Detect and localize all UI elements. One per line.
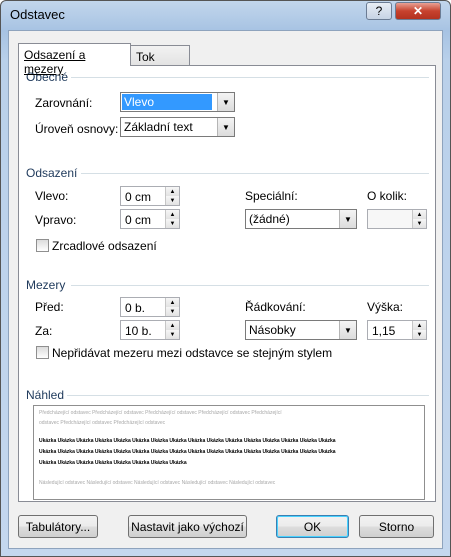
special-indent-value: (žádné): [249, 212, 290, 226]
special-indent-label: Speciální:: [245, 189, 298, 203]
preview-sample-text: Ukázka Ukázka Ukázka Ukázka Ukázka Ukázk…: [39, 449, 336, 455]
line-spacing-at-input[interactable]: 1,15 ▲ ▼: [367, 320, 427, 340]
chevron-down-icon[interactable]: ▼: [217, 118, 234, 136]
space-after-input[interactable]: 10 b. ▲ ▼: [120, 320, 180, 340]
spin-up-icon[interactable]: ▲: [165, 210, 179, 219]
divider: [67, 395, 429, 396]
indent-right-label: Vpravo:: [35, 213, 77, 227]
spin-up-icon[interactable]: ▲: [165, 187, 179, 196]
alignment-select[interactable]: Vlevo ▼: [120, 92, 235, 112]
tab-indents-spacing[interactable]: Odsazení a mezery: [18, 43, 131, 76]
alignment-label: Zarovnání:: [35, 96, 93, 110]
close-icon: ✕: [412, 4, 424, 18]
alignment-value: Vlevo: [122, 94, 212, 110]
paragraph-preview: Předcházející odstavec Předcházející ods…: [33, 405, 425, 500]
indent-right-input[interactable]: 0 cm ▲ ▼: [120, 209, 180, 229]
help-button[interactable]: ?: [366, 2, 392, 20]
spin-down-icon[interactable]: ▼: [412, 330, 426, 339]
spin-down-icon[interactable]: ▼: [165, 196, 179, 205]
divider: [71, 285, 429, 286]
line-spacing-at-label: Výška:: [367, 300, 404, 314]
spin-up-icon[interactable]: ▲: [165, 321, 179, 330]
no-space-same-style-label[interactable]: Nepřidávat mezeru mezi odstavce se stejn…: [52, 346, 332, 360]
no-space-same-style-checkbox[interactable]: [36, 346, 49, 359]
ok-button[interactable]: OK: [276, 515, 349, 538]
spin-down-icon[interactable]: ▼: [165, 307, 179, 316]
spin-down-icon[interactable]: ▼: [412, 219, 426, 228]
spin-up-icon[interactable]: ▲: [412, 321, 426, 330]
indent-left-value: 0 cm: [125, 190, 152, 204]
space-before-label: Před:: [35, 300, 64, 314]
divider: [71, 77, 429, 78]
mirror-indents-checkbox[interactable]: [36, 239, 49, 252]
indent-left-input[interactable]: 0 cm ▲ ▼: [120, 186, 180, 206]
set-as-default-button[interactable]: Nastavit jako výchozí: [128, 515, 247, 538]
outline-level-value: Základní text: [124, 120, 193, 134]
line-spacing-select[interactable]: Násobky ▼: [245, 320, 357, 340]
spin-up-icon[interactable]: ▲: [412, 210, 426, 219]
title-bar[interactable]: Odstavec ? ✕: [1, 1, 450, 29]
indent-by-input[interactable]: ▲ ▼: [367, 209, 427, 229]
indent-section-title: Odsazení: [26, 166, 78, 180]
indent-by-label: O kolik:: [367, 189, 408, 203]
preview-previous-text: odstavec Předcházející odstavec Předcház…: [39, 420, 166, 426]
cancel-label: Storno: [378, 519, 415, 534]
dialog-title: Odstavec: [10, 7, 65, 22]
set-as-default-label: Nastavit jako výchozí: [131, 519, 244, 534]
space-after-value: 10 b.: [125, 324, 152, 338]
chevron-down-icon[interactable]: ▼: [339, 321, 356, 339]
preview-previous-text: Předcházející odstavec Předcházející ods…: [39, 410, 282, 416]
spin-up-icon[interactable]: ▲: [165, 298, 179, 307]
chevron-down-icon[interactable]: ▼: [339, 210, 356, 228]
spin-down-icon[interactable]: ▼: [165, 219, 179, 228]
preview-next-text: Následující odstavec Následující odstave…: [39, 480, 276, 486]
preview-sample-text: Ukázka Ukázka Ukázka Ukázka Ukázka Ukázk…: [39, 438, 336, 444]
outline-level-select[interactable]: Základní text ▼: [120, 117, 235, 137]
tabs-button[interactable]: Tabulátory...: [18, 515, 98, 538]
help-icon: ?: [375, 4, 383, 18]
close-button[interactable]: ✕: [395, 2, 441, 20]
ok-label: OK: [303, 519, 322, 534]
chevron-down-icon[interactable]: ▼: [217, 93, 234, 111]
indent-left-label: Vlevo:: [35, 189, 69, 203]
preview-sample-text: Ukázka Ukázka Ukázka Ukázka Ukázka Ukázk…: [39, 460, 187, 466]
space-after-label: Za:: [35, 324, 53, 338]
space-before-input[interactable]: 0 b. ▲ ▼: [120, 297, 180, 317]
preview-section-title: Náhled: [26, 388, 65, 402]
cancel-button[interactable]: Storno: [359, 515, 434, 538]
special-indent-select[interactable]: (žádné) ▼: [245, 209, 357, 229]
paragraph-dialog: Odstavec ? ✕ Odsazení a mezery Tok textu…: [0, 0, 451, 557]
line-spacing-at-value: 1,15: [372, 324, 396, 338]
divider: [81, 173, 429, 174]
space-before-value: 0 b.: [125, 301, 146, 315]
indent-right-value: 0 cm: [125, 213, 152, 227]
line-spacing-label: Řádkování:: [245, 300, 306, 314]
mirror-indents-label[interactable]: Zrcadlové odsazení: [52, 239, 157, 253]
spacing-section-title: Mezery: [26, 278, 66, 292]
tab-line-page-breaks[interactable]: Tok textu: [130, 45, 190, 78]
line-spacing-value: Násobky: [249, 323, 296, 337]
tabs-button-label: Tabulátory...: [25, 519, 91, 534]
outline-level-label: Úroveň osnovy:: [35, 122, 119, 136]
spin-down-icon[interactable]: ▼: [165, 330, 179, 339]
